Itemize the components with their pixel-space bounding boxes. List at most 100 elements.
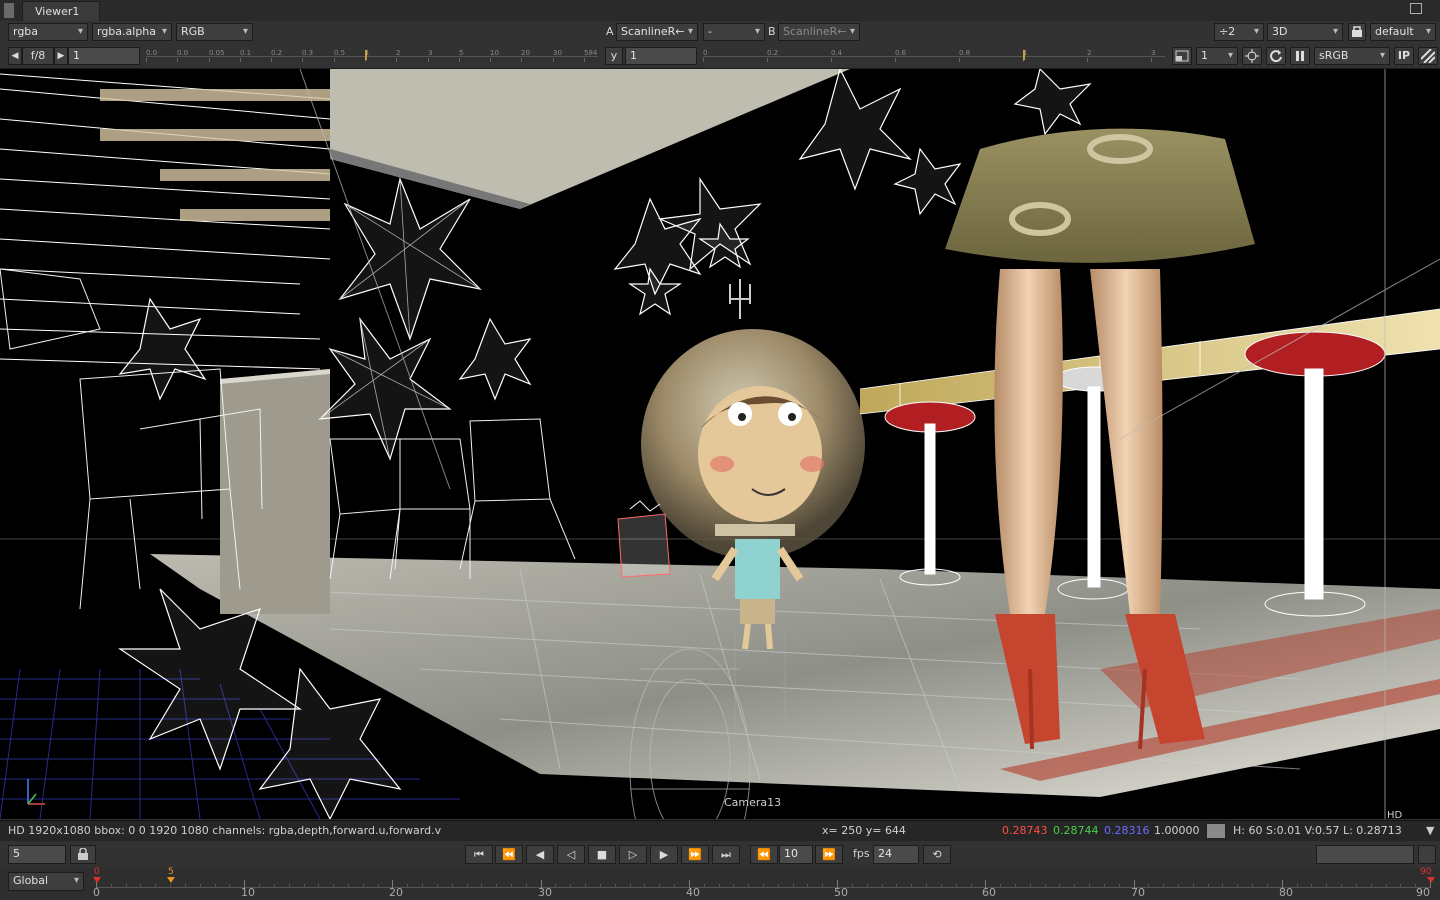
slider-tick: [271, 58, 272, 62]
timeline[interactable]: Global 0 10 20 30 40 50 60 70 80 90 0 5 90: [0, 868, 1440, 900]
info-menu-icon[interactable]: ▼: [1426, 821, 1434, 841]
timeline-tick: [1297, 884, 1298, 888]
viewer-3d-viewport[interactable]: Camera13 HD: [0, 69, 1440, 819]
frame-lock-icon[interactable]: [70, 845, 96, 864]
previous-frame-button[interactable]: ◀: [526, 845, 554, 864]
in-point-marker-icon: [93, 877, 101, 883]
fps-field[interactable]: 24: [873, 845, 919, 864]
display-style-dropdown[interactable]: RGB: [176, 23, 253, 41]
timeline-tick: [793, 884, 794, 888]
pixel-color-swatch: [1206, 823, 1226, 839]
float-panel-icon[interactable]: [1410, 3, 1422, 14]
out-point-marker[interactable]: 90: [1420, 868, 1431, 877]
input-b-label: B: [768, 25, 776, 38]
input-process-button[interactable]: IP: [1394, 47, 1414, 65]
fps-label: fps: [853, 847, 870, 860]
frame-increment-field[interactable]: 10: [779, 845, 813, 864]
timeline-tick: [1119, 884, 1120, 888]
slider-tick-label: 0.0: [177, 49, 189, 57]
timeline-tick: [674, 884, 675, 888]
last-frame-button[interactable]: ⏭: [712, 845, 740, 864]
timeline-frame-label: 10: [241, 886, 255, 899]
timeline-tick: [259, 884, 260, 888]
slider-tick: [1087, 58, 1088, 62]
current-frame-field[interactable]: 5: [8, 845, 66, 864]
wipe-overlay-icon[interactable]: [1418, 47, 1438, 65]
timeline-tick: [630, 884, 631, 888]
playback-controls: 5 ⏮ ⏪ ◀ ◁ ■ ▷ ▶ ⏩ ⏭ ⏪ 10 ⏩ fps 24 ⟲: [0, 841, 1440, 868]
slider-tick-label: 0.3: [302, 49, 314, 57]
timeline-tick: [1045, 884, 1046, 888]
current-frame-marker[interactable]: 5: [168, 868, 174, 877]
tab-viewer[interactable]: Viewer1: [22, 1, 100, 21]
timeline-tick: [1371, 884, 1372, 888]
fstop-up-button[interactable]: ▶: [54, 47, 68, 65]
colorspace-dropdown[interactable]: sRGB: [1314, 47, 1390, 65]
lut-preset-dropdown[interactable]: default: [1370, 23, 1436, 41]
play-backward-button[interactable]: ◁: [557, 845, 585, 864]
next-keyframe-button[interactable]: ⏩: [681, 845, 709, 864]
timeline-tick: [1074, 884, 1075, 888]
timeline-frame-label: 60: [982, 886, 996, 899]
next-frame-button[interactable]: ▶: [650, 845, 678, 864]
downscale-dropdown[interactable]: ÷2: [1214, 23, 1264, 41]
timeline-tick: [956, 884, 957, 888]
play-forward-button[interactable]: ▷: [619, 845, 647, 864]
input-a-dropdown[interactable]: ScanlineR←: [616, 23, 698, 41]
pause-icon[interactable]: [1290, 47, 1310, 65]
timeline-frame-label: 80: [1279, 886, 1293, 899]
roi-icon[interactable]: [1242, 47, 1262, 65]
timeline-tick: [585, 884, 586, 888]
gamma-field[interactable]: 1: [625, 47, 697, 65]
first-frame-button[interactable]: ⏮: [465, 845, 493, 864]
camera-lock-icon[interactable]: [1348, 23, 1366, 41]
timeline-track[interactable]: 0 10 20 30 40 50 60 70 80 90 0 5 90: [93, 868, 1435, 900]
gamma-label: y: [605, 47, 623, 65]
timeline-tick: [496, 884, 497, 888]
gamma-slider[interactable]: 0 0.2 0.4 0.6 0.8 1 2 3: [703, 47, 1165, 65]
input-b-dropdown[interactable]: ScanlineR←: [778, 23, 860, 41]
gain-field[interactable]: 1: [68, 47, 140, 65]
timeline-tick: [274, 884, 275, 888]
alpha-channel-dropdown[interactable]: rgba.alpha: [92, 23, 172, 41]
fstop-down-button[interactable]: ◀: [8, 47, 22, 65]
view-mode-dropdown[interactable]: 3D: [1267, 23, 1343, 41]
loop-mode-icon[interactable]: ⟲: [923, 845, 951, 864]
panel-menu-icon[interactable]: [4, 3, 14, 18]
slider-tick-label: 0.5: [334, 49, 346, 57]
timeline-tick: [1148, 884, 1149, 888]
in-point-marker[interactable]: 0: [94, 868, 100, 877]
slider-handle[interactable]: [1023, 50, 1025, 60]
compare-mode-dropdown[interactable]: -: [703, 23, 765, 41]
skip-back-button[interactable]: ⏪: [750, 845, 778, 864]
timeline-scope-dropdown[interactable]: Global: [8, 872, 84, 891]
pixel-blue: 0.28316: [1104, 824, 1150, 837]
gain-slider[interactable]: 0.0 0.0 0.05 0.1 0.2 0.3 0.5 1 2 3 5 10 20 30 584: [146, 47, 598, 65]
timeline-tick: [348, 884, 349, 888]
slider-tick-label: 0.6: [895, 49, 907, 57]
slider-tick: [146, 58, 147, 62]
slider-tick-label: 3: [1151, 49, 1156, 57]
timeline-tick: [1267, 884, 1268, 888]
refresh-icon[interactable]: [1266, 47, 1286, 65]
proxy-level-dropdown[interactable]: 1: [1196, 47, 1238, 65]
stop-button[interactable]: ■: [588, 845, 616, 864]
slider-tick: [302, 58, 303, 62]
previous-keyframe-button[interactable]: ⏪: [495, 845, 523, 864]
proxy-icon[interactable]: [1172, 47, 1192, 65]
frame-range-field[interactable]: [1316, 845, 1414, 864]
slider-tick: [428, 58, 429, 62]
slider-tick-label: 0.2: [271, 49, 283, 57]
slider-handle[interactable]: [365, 50, 367, 60]
timeline-tick: [1030, 884, 1031, 888]
timeline-tick: [867, 884, 868, 888]
range-menu-icon[interactable]: [1418, 845, 1436, 864]
channels-dropdown[interactable]: rgba: [8, 23, 88, 41]
pixel-red: 0.28743: [1002, 824, 1048, 837]
fstop-value[interactable]: f/8: [22, 47, 54, 65]
slider-tick: [209, 58, 210, 62]
timeline-tick: [941, 884, 942, 888]
timeline-tick: [852, 884, 853, 888]
skip-forward-button[interactable]: ⏩: [815, 845, 843, 864]
slider-tick: [959, 58, 960, 62]
